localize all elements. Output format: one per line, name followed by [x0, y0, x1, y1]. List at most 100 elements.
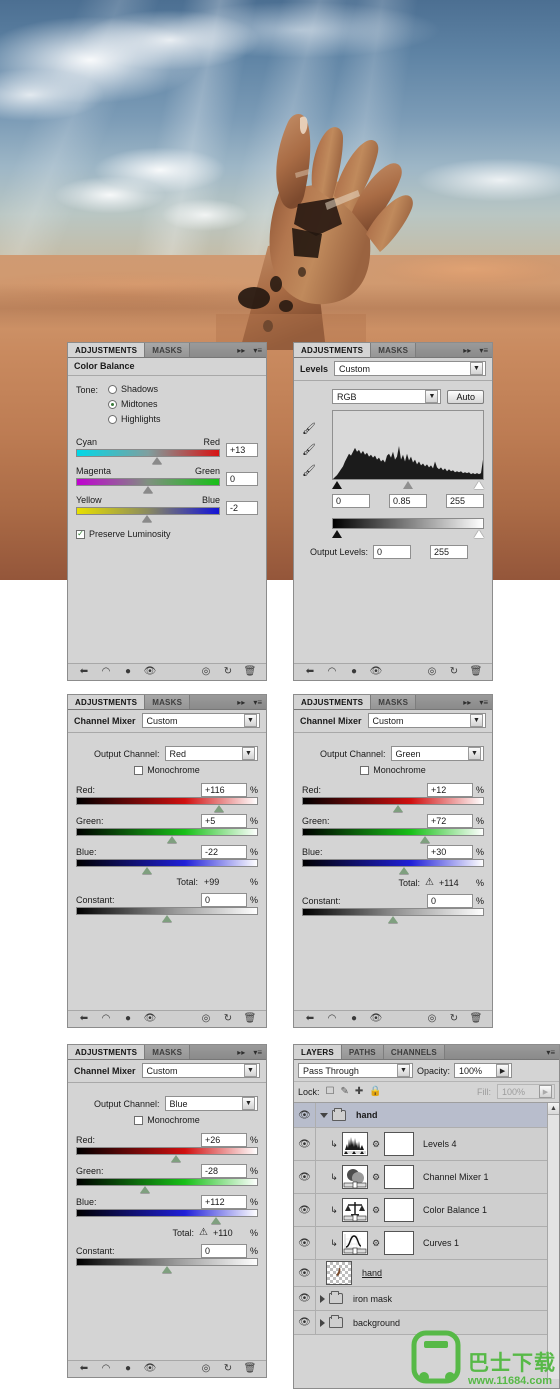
output-white-marker[interactable]: [474, 530, 484, 538]
chevron-down-icon[interactable]: ▼: [470, 362, 483, 375]
panel-menu-button[interactable]: ▾≡: [249, 1045, 266, 1059]
cm-preset-select[interactable]: Custom ▼: [141, 1063, 260, 1078]
eye-icon[interactable]: 👁: [298, 1238, 311, 1249]
scroll-up-arrow-icon[interactable]: ▲: [548, 1103, 559, 1115]
cm-red-value[interactable]: +26: [200, 1132, 247, 1147]
cm-slider-red[interactable]: Red: +26 %: [76, 1132, 258, 1162]
eye-icon[interactable]: 👁: [298, 1172, 311, 1183]
reset-icon[interactable]: ↻: [217, 1014, 239, 1024]
group-expand-triangle-icon[interactable]: [320, 1318, 325, 1327]
tab-masks[interactable]: MASKS: [145, 695, 191, 709]
cb-slider-magenta-green[interactable]: Magenta Green 0: [76, 466, 258, 493]
cb-slider-yellow-blue[interactable]: Yellow Blue -2: [76, 495, 258, 522]
panel-menu-button[interactable]: ▾≡: [475, 343, 492, 357]
cb-track-yellow-blue[interactable]: [76, 507, 220, 522]
link-mask-icon[interactable]: ⚙: [372, 1238, 380, 1249]
layer-visibility-toggle[interactable]: 👁: [294, 1227, 316, 1259]
cm-green-track[interactable]: [76, 1178, 258, 1193]
output-channel-select[interactable]: Green ▼: [390, 746, 484, 761]
delete-icon[interactable]: 🗑: [239, 667, 261, 677]
layer-name[interactable]: Color Balance 1: [423, 1205, 487, 1215]
cm-slider-green[interactable]: Green: -28 %: [76, 1163, 258, 1193]
output-channel-select[interactable]: Red ▼: [164, 746, 258, 761]
delete-icon[interactable]: 🗑: [465, 1014, 487, 1024]
table-row[interactable]: 👁 ↳ ⚙ Levels 4: [294, 1128, 559, 1161]
panel-menu-button[interactable]: ▾≡: [542, 1045, 559, 1059]
radio-midtones-icon[interactable]: [108, 399, 118, 409]
cm-constant-knob[interactable]: [388, 916, 398, 923]
input-black-value[interactable]: 0: [332, 494, 370, 508]
cm-red-knob[interactable]: [171, 1155, 181, 1162]
cm-blue-knob[interactable]: [398, 867, 409, 874]
cm-red-knob[interactable]: [214, 805, 225, 812]
monochrome-checkbox[interactable]: [134, 1115, 144, 1125]
opacity-stepper-icon[interactable]: ▶: [496, 1064, 510, 1077]
output-black-marker[interactable]: [332, 530, 342, 538]
clip-to-layer-icon[interactable]: ◠: [95, 1014, 117, 1024]
cm-constant-knob[interactable]: [162, 915, 172, 922]
preview-toggle-icon[interactable]: ●: [117, 667, 139, 677]
cm-red-track[interactable]: [76, 1147, 258, 1162]
eye-icon[interactable]: 👁: [298, 1139, 311, 1150]
cb-value-magenta-green[interactable]: 0: [226, 472, 258, 486]
preview-toggle-icon[interactable]: ●: [117, 1364, 139, 1374]
cm-red-track[interactable]: [76, 797, 258, 812]
levels-output-markers[interactable]: [332, 530, 484, 541]
tab-adjustments[interactable]: ADJUSTMENTS: [294, 695, 372, 709]
chevron-down-icon[interactable]: ▼: [242, 1097, 255, 1110]
tab-adjustments[interactable]: ADJUSTMENTS: [294, 343, 372, 357]
monochrome-row[interactable]: Monochrome: [76, 765, 258, 775]
cm-green-track[interactable]: [302, 828, 484, 843]
clip-to-layer-icon[interactable]: ◠: [95, 1364, 117, 1374]
clip-to-layer-icon[interactable]: ◠: [321, 1014, 343, 1024]
lock-position-icon[interactable]: ✚: [355, 1086, 363, 1097]
chevron-down-icon[interactable]: ▼: [425, 390, 439, 403]
radio-shadows-icon[interactable]: [108, 384, 118, 394]
tab-paths[interactable]: PATHS: [341, 1045, 384, 1059]
layer-visibility-toggle[interactable]: 👁: [294, 1260, 316, 1286]
chevron-down-icon[interactable]: ▼: [244, 714, 257, 727]
panel-menu-button[interactable]: ▾≡: [249, 343, 266, 357]
eye-icon[interactable]: 👁: [298, 1268, 311, 1279]
cm-slider-red[interactable]: Red: +116 %: [76, 782, 258, 812]
tab-masks[interactable]: MASKS: [371, 343, 417, 357]
cm-preset-select[interactable]: Custom ▼: [141, 713, 260, 728]
input-white-value[interactable]: 255: [446, 494, 484, 508]
tab-masks[interactable]: MASKS: [371, 695, 417, 709]
table-row[interactable]: 👁 ↳ ⚙ Color Balance 1: [294, 1194, 559, 1227]
cm-preset-select[interactable]: Custom ▼: [367, 713, 486, 728]
cm-green-value[interactable]: -28: [200, 1163, 247, 1178]
tone-option-midtones[interactable]: Midtones: [108, 399, 161, 409]
curves-icon[interactable]: [342, 1231, 368, 1255]
tab-adjustments[interactable]: ADJUSTMENTS: [68, 695, 146, 709]
clip-to-layer-icon[interactable]: ◠: [95, 667, 117, 677]
back-arrow-icon[interactable]: ⬅: [299, 667, 321, 677]
cm-blue-value[interactable]: -22: [200, 844, 247, 859]
layer-mask-thumbnail[interactable]: [384, 1231, 414, 1255]
radio-highlights-icon[interactable]: [108, 414, 118, 424]
layer-visibility-toggle[interactable]: 👁: [294, 1103, 316, 1127]
cm-slider-blue[interactable]: Blue: +30 %: [302, 844, 484, 874]
mask-view-icon[interactable]: ◎: [195, 1014, 217, 1024]
panel-collapse-button[interactable]: ▸▸: [233, 1045, 249, 1059]
fill-field[interactable]: 100% ▶: [497, 1084, 555, 1099]
cm-green-knob[interactable]: [420, 836, 431, 843]
monochrome-checkbox[interactable]: [360, 765, 370, 775]
layer-visibility-toggle[interactable]: 👁: [294, 1128, 316, 1160]
layer-name[interactable]: hand: [362, 1268, 382, 1278]
mask-view-icon[interactable]: ◎: [421, 667, 443, 677]
cm-blue-knob[interactable]: [142, 867, 153, 874]
eye-icon[interactable]: 👁: [365, 1014, 387, 1024]
channel-mixer-icon[interactable]: [342, 1165, 368, 1189]
cm-slider-green[interactable]: Green: +5 %: [76, 813, 258, 843]
layer-mask-thumbnail[interactable]: [384, 1165, 414, 1189]
black-point-eyedropper-icon[interactable]: 🖌: [302, 422, 326, 435]
cm-green-value[interactable]: +5: [200, 813, 247, 828]
panel-collapse-button[interactable]: ▸▸: [233, 343, 249, 357]
tab-adjustments[interactable]: ADJUSTMENTS: [68, 343, 146, 357]
table-row[interactable]: 👁 ↳ ⚙ Channel Mixer 1: [294, 1161, 559, 1194]
input-black-marker[interactable]: [332, 481, 342, 489]
cm-slider-green[interactable]: Green: +72 %: [302, 813, 484, 843]
delete-icon[interactable]: 🗑: [239, 1364, 261, 1374]
gray-point-eyedropper-icon[interactable]: 🖌: [302, 443, 326, 456]
